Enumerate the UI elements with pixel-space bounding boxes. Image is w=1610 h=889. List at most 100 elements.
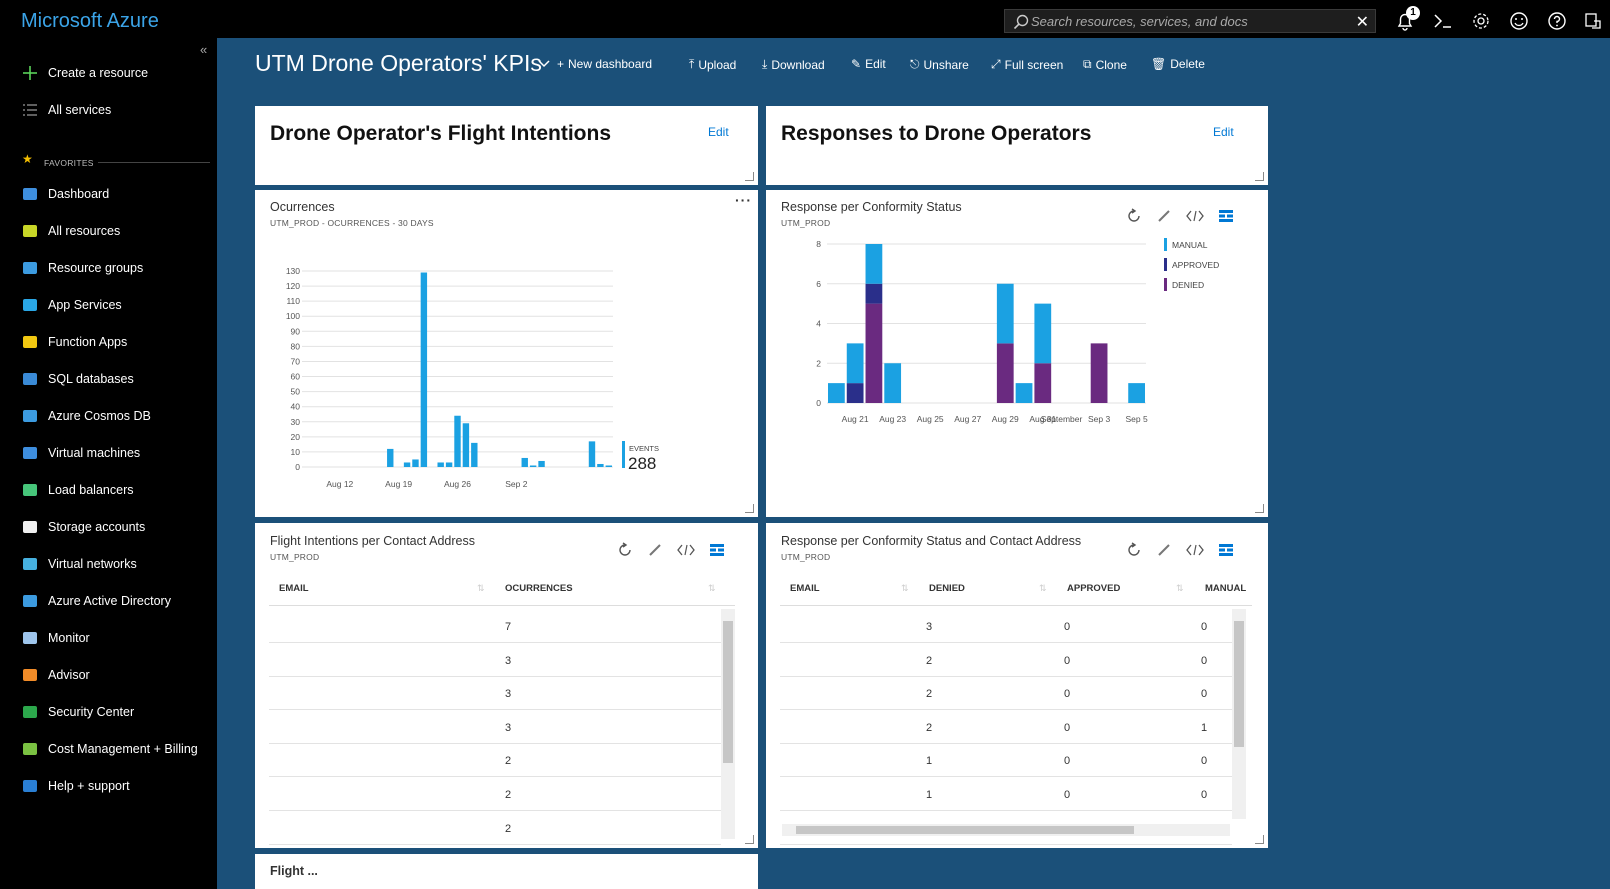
bar-segment-approved[interactable] (865, 283, 883, 304)
table-row[interactable]: 1 0 0 (780, 778, 1232, 811)
conformity-contact-table-tile[interactable]: Response per Conformity Status and Conta… (766, 523, 1268, 848)
bar-segment-manual[interactable] (1015, 383, 1033, 403)
contact-table-tile[interactable]: Flight Intentions per Contact Address UT… (255, 523, 758, 848)
sidebar-item-azure-cosmos-db[interactable]: Azure Cosmos DB (0, 401, 217, 431)
sidebar-item-dashboard[interactable]: Dashboard (0, 179, 217, 209)
column-header-email[interactable]: EMAIL (790, 583, 820, 594)
feedback-icon[interactable] (1580, 8, 1606, 34)
tile-edit-link[interactable]: Edit (708, 125, 729, 139)
table-row[interactable]: 2 0 1 (780, 711, 1232, 744)
chevron-down-icon[interactable] (537, 56, 551, 74)
sidebar-item-load-balancers[interactable]: Load balancers (0, 475, 217, 505)
bar[interactable] (412, 459, 419, 467)
resize-handle[interactable] (745, 835, 754, 844)
bar-segment-denied[interactable] (865, 303, 883, 403)
sidebar-item-azure-active-directory[interactable]: Azure Active Directory (0, 586, 217, 616)
table-row[interactable]: 3 (269, 711, 721, 744)
pencil-icon[interactable] (1156, 542, 1172, 563)
scrollbar-thumb[interactable] (796, 826, 1134, 834)
bar[interactable] (420, 272, 428, 467)
all-services-button[interactable]: All services (0, 95, 217, 125)
upload-button[interactable]: ⤒ Upload (689, 57, 736, 72)
bar-segment-denied[interactable] (1090, 343, 1108, 403)
pin-to-dashboard-icon[interactable] (1218, 543, 1234, 562)
conformity-chart-tile[interactable]: Response per Conformity Status UTM_PROD … (766, 190, 1268, 517)
bar[interactable] (437, 462, 444, 467)
code-icon[interactable] (1186, 543, 1204, 562)
table-row[interactable]: 2 (269, 744, 721, 778)
collapse-sidebar-icon[interactable]: « (200, 42, 207, 57)
bar-segment-manual[interactable] (996, 283, 1014, 344)
column-header-email[interactable]: EMAIL (279, 583, 309, 594)
resize-handle[interactable] (1255, 835, 1264, 844)
bar-segment-manual[interactable] (884, 363, 902, 403)
full-screen-button[interactable]: ⤢ Full screen (991, 57, 1063, 72)
flight-tile-partial[interactable]: Flight ... (255, 854, 758, 889)
tile-edit-link[interactable]: Edit (1213, 125, 1234, 139)
vertical-scrollbar[interactable] (721, 609, 735, 839)
sort-icon[interactable]: ⇅ (708, 583, 716, 594)
pin-to-dashboard-icon[interactable] (709, 543, 725, 562)
bar[interactable] (521, 457, 528, 467)
resize-handle[interactable] (745, 172, 754, 181)
create-resource-button[interactable]: Create a resource (0, 58, 217, 88)
code-icon[interactable] (677, 543, 695, 562)
column-header-denied[interactable]: DENIED (929, 583, 965, 594)
table-row[interactable]: 2 (269, 778, 721, 811)
table-row[interactable]: 7 (269, 610, 721, 643)
bar-segment-denied[interactable] (996, 343, 1014, 403)
refresh-icon[interactable] (1126, 542, 1142, 563)
settings-icon[interactable] (1468, 8, 1494, 34)
resize-handle[interactable] (1255, 172, 1264, 181)
bar[interactable] (471, 442, 478, 467)
bar[interactable] (605, 465, 612, 467)
bar-segment-denied[interactable] (1034, 363, 1052, 403)
bar[interactable] (529, 465, 537, 467)
bar[interactable] (597, 463, 604, 467)
table-row[interactable]: 2 0 0 (780, 644, 1232, 677)
clone-button[interactable]: ⧉ Clone (1083, 57, 1127, 72)
pencil-icon[interactable] (647, 542, 663, 563)
sidebar-item-storage-accounts[interactable]: Storage accounts (0, 512, 217, 542)
sidebar-item-sql-databases[interactable]: SQL databases (0, 364, 217, 394)
bar[interactable] (462, 423, 470, 467)
horizontal-scrollbar[interactable] (782, 824, 1230, 836)
sidebar-item-help-support[interactable]: Help + support (0, 771, 217, 801)
sidebar-item-function-apps[interactable]: Function Apps (0, 327, 217, 357)
scrollbar-thumb[interactable] (1234, 621, 1244, 747)
sidebar-item-virtual-machines[interactable]: Virtual machines (0, 438, 217, 468)
bar-segment-manual[interactable] (1128, 383, 1145, 403)
table-row[interactable]: 3 (269, 677, 721, 711)
bar[interactable] (445, 462, 453, 467)
table-row[interactable]: 3 0 0 (780, 610, 1232, 643)
download-button[interactable]: ⤓ Download (762, 57, 825, 72)
scrollbar-thumb[interactable] (723, 621, 733, 763)
sidebar-item-security-center[interactable]: Security Center (0, 697, 217, 727)
bar[interactable] (588, 441, 596, 467)
sort-icon[interactable]: ⇅ (901, 583, 909, 594)
column-header-occurrences[interactable]: OCURRENCES (505, 583, 573, 594)
table-row[interactable]: 1 0 0 (780, 744, 1232, 778)
sidebar-item-resource-groups[interactable]: Resource groups (0, 253, 217, 283)
sidebar-item-all-resources[interactable]: All resources (0, 216, 217, 246)
vertical-scrollbar[interactable] (1232, 609, 1246, 819)
refresh-icon[interactable] (617, 542, 633, 563)
cloud-shell-icon[interactable] (1430, 8, 1456, 34)
bar-segment-manual[interactable] (846, 343, 864, 384)
table-row[interactable]: 2 0 0 (780, 677, 1232, 711)
bar-segment-manual[interactable] (1034, 303, 1052, 364)
edit-button[interactable]: ✎ Edit (851, 57, 886, 71)
sidebar-item-virtual-networks[interactable]: Virtual networks (0, 549, 217, 579)
sort-icon[interactable]: ⇅ (1039, 583, 1047, 594)
close-icon[interactable]: ✕ (1356, 12, 1369, 32)
resize-handle[interactable] (1255, 504, 1264, 513)
search-input[interactable] (1031, 10, 1331, 32)
markdown-tile-flight-intentions[interactable]: Drone Operator's Flight Intentions Edit (255, 106, 758, 185)
help-icon[interactable] (1544, 8, 1570, 34)
sidebar-item-monitor[interactable]: Monitor (0, 623, 217, 653)
sort-icon[interactable]: ⇅ (1176, 583, 1184, 594)
column-header-approved[interactable]: APPROVED (1067, 583, 1120, 594)
bar[interactable] (538, 460, 545, 467)
occurrences-chart-tile[interactable]: Ocurrences UTM_PROD - OCURRENCES - 30 DA… (255, 190, 758, 517)
bar-segment-approved[interactable] (846, 383, 864, 403)
